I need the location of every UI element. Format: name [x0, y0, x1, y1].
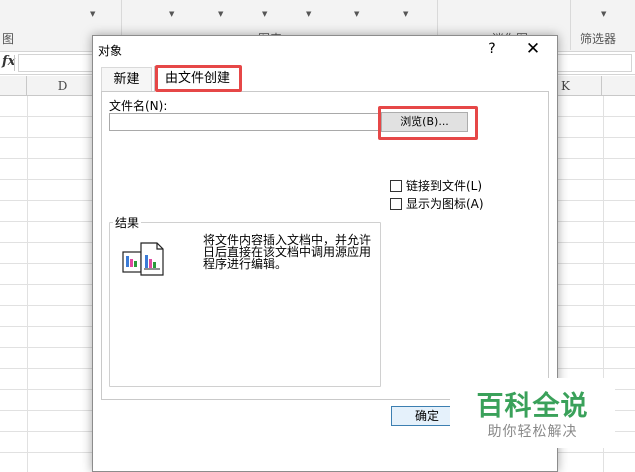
dropdown-arrow-icon[interactable]: ▼ — [354, 10, 359, 18]
tab-create-from-file[interactable]: 由文件创建 — [154, 66, 241, 92]
dropdown-arrow-icon[interactable]: ▼ — [306, 10, 311, 18]
select-all-corner[interactable] — [0, 76, 27, 96]
watermark: 百科全说 助你轻松解决 — [450, 378, 615, 448]
file-name-label: 文件名(N): — [109, 99, 168, 113]
checkbox-icon[interactable] — [390, 198, 402, 210]
dropdown-arrow-icon[interactable]: ▼ — [90, 10, 95, 18]
display-as-icon-checkbox[interactable]: 显示为图标(A) — [390, 197, 484, 213]
dropdown-arrow-icon[interactable]: ▼ — [262, 10, 267, 18]
close-icon[interactable]: ✕ — [521, 38, 545, 60]
checkbox-icon[interactable] — [390, 180, 402, 192]
embedded-file-icon — [122, 242, 164, 276]
result-title: 结果 — [113, 214, 142, 231]
ribbon-separator — [570, 0, 571, 50]
dropdown-arrow-icon[interactable]: ▼ — [218, 10, 223, 18]
column-header-d[interactable]: D — [27, 76, 99, 96]
file-name-input[interactable] — [109, 113, 381, 131]
formula-bar-divider — [14, 55, 15, 71]
result-description: 将文件内容插入文档中，并允许日后直接在该文档中调用源应用程序进行编辑。 — [203, 233, 372, 271]
browse-button[interactable]: 浏览(B)... — [381, 112, 468, 132]
checkbox-label: 显示为图标(A) — [406, 197, 484, 211]
checkbox-label: 链接到文件(L) — [406, 179, 483, 193]
dropdown-arrow-icon[interactable]: ▼ — [601, 10, 606, 18]
link-to-file-checkbox[interactable]: 链接到文件(L) — [390, 179, 482, 195]
watermark-subtitle: 助你轻松解决 — [487, 424, 578, 440]
dropdown-arrow-icon[interactable]: ▼ — [169, 10, 174, 18]
dropdown-arrow-icon[interactable]: ▼ — [403, 10, 408, 18]
ribbon-group-label: 图 — [2, 32, 15, 46]
help-icon[interactable]: ? — [483, 39, 501, 59]
tab-create-new[interactable]: 新建 — [101, 67, 152, 91]
ribbon-group-label: 筛选器 — [580, 32, 617, 46]
watermark-title: 百科全说 — [476, 391, 589, 422]
dialog-title: 对象 — [98, 44, 123, 58]
